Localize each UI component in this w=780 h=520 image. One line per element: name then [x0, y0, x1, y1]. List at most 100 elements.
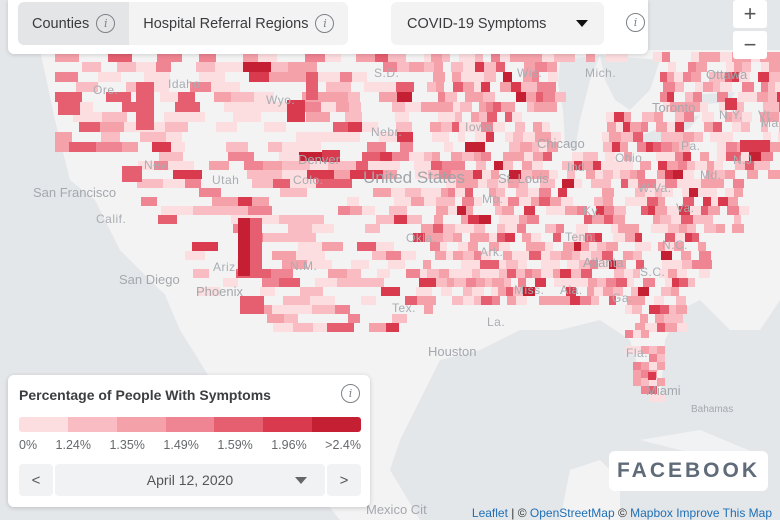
county[interactable] [621, 179, 628, 188]
county[interactable] [524, 152, 533, 161]
county[interactable] [665, 278, 672, 287]
county[interactable] [713, 82, 720, 92]
county[interactable] [474, 224, 485, 233]
county[interactable] [517, 224, 526, 233]
county[interactable] [758, 72, 769, 82]
county[interactable] [562, 179, 574, 188]
county[interactable] [474, 152, 481, 161]
county[interactable] [561, 251, 572, 260]
county[interactable] [55, 142, 69, 152]
county[interactable] [441, 122, 452, 132]
county[interactable] [648, 372, 656, 380]
county[interactable] [468, 260, 480, 269]
county[interactable] [536, 92, 543, 102]
county[interactable] [474, 197, 482, 206]
county[interactable] [321, 102, 336, 112]
county[interactable] [79, 122, 100, 132]
county[interactable] [625, 305, 632, 314]
county[interactable] [614, 269, 624, 278]
county[interactable] [674, 72, 683, 82]
county[interactable] [750, 92, 757, 102]
county[interactable] [100, 122, 124, 132]
county[interactable] [509, 142, 520, 152]
county[interactable] [630, 170, 637, 179]
county[interactable] [506, 287, 513, 296]
county[interactable] [472, 269, 480, 278]
county[interactable] [633, 330, 641, 338]
county[interactable] [494, 161, 503, 170]
county[interactable] [571, 269, 581, 278]
county[interactable] [458, 132, 465, 142]
county[interactable] [271, 62, 288, 72]
county[interactable] [455, 112, 462, 122]
county[interactable] [649, 362, 657, 370]
county[interactable] [465, 142, 476, 152]
county[interactable] [101, 132, 120, 142]
county[interactable] [550, 197, 561, 206]
county[interactable] [633, 370, 641, 378]
county[interactable] [405, 102, 421, 112]
county[interactable] [516, 92, 526, 102]
county[interactable] [487, 269, 499, 278]
county[interactable] [710, 132, 722, 142]
county[interactable] [224, 102, 252, 112]
county[interactable] [549, 260, 560, 269]
county[interactable] [238, 197, 252, 206]
county[interactable] [518, 260, 527, 269]
tab-hospital-referral-regions[interactable]: Hospital Referral Regions i [129, 2, 348, 45]
county[interactable] [295, 215, 324, 224]
county[interactable] [507, 215, 519, 224]
county[interactable] [768, 92, 777, 102]
county[interactable] [481, 296, 492, 305]
county[interactable] [512, 112, 522, 122]
county[interactable] [288, 224, 312, 233]
county[interactable] [541, 269, 553, 278]
county[interactable] [660, 215, 671, 224]
county[interactable] [497, 224, 505, 233]
county[interactable] [122, 142, 138, 152]
county[interactable] [400, 142, 413, 152]
county[interactable] [717, 152, 726, 161]
county[interactable] [597, 278, 606, 287]
county[interactable] [429, 188, 441, 197]
county[interactable] [541, 251, 550, 260]
county[interactable] [713, 122, 722, 132]
county[interactable] [658, 161, 667, 170]
county[interactable] [528, 82, 537, 92]
county[interactable] [392, 152, 409, 161]
county[interactable] [369, 278, 384, 287]
county[interactable] [444, 142, 453, 152]
county[interactable] [708, 188, 717, 197]
county[interactable] [211, 82, 240, 92]
county[interactable] [503, 72, 512, 82]
county[interactable] [640, 314, 648, 323]
county[interactable] [350, 206, 362, 215]
county[interactable] [725, 170, 735, 179]
county[interactable] [648, 206, 655, 215]
county[interactable] [443, 197, 455, 206]
county[interactable] [691, 72, 701, 82]
county[interactable] [457, 206, 466, 215]
county[interactable] [726, 142, 737, 152]
county[interactable] [233, 112, 261, 122]
county[interactable] [419, 278, 436, 287]
county[interactable] [321, 92, 348, 102]
county[interactable] [625, 197, 635, 206]
county[interactable] [421, 102, 429, 112]
county[interactable] [693, 215, 701, 224]
county[interactable] [657, 346, 665, 354]
county[interactable] [768, 170, 776, 179]
county[interactable] [301, 142, 321, 152]
county[interactable] [527, 215, 539, 224]
county[interactable] [344, 132, 360, 142]
county[interactable] [722, 132, 733, 142]
county[interactable] [658, 197, 665, 206]
county[interactable] [166, 132, 182, 142]
county[interactable] [306, 112, 330, 122]
county[interactable] [244, 161, 263, 170]
county[interactable] [273, 323, 293, 332]
county[interactable] [718, 197, 728, 206]
county[interactable] [481, 152, 491, 161]
county[interactable] [561, 296, 570, 305]
county[interactable] [352, 72, 367, 82]
